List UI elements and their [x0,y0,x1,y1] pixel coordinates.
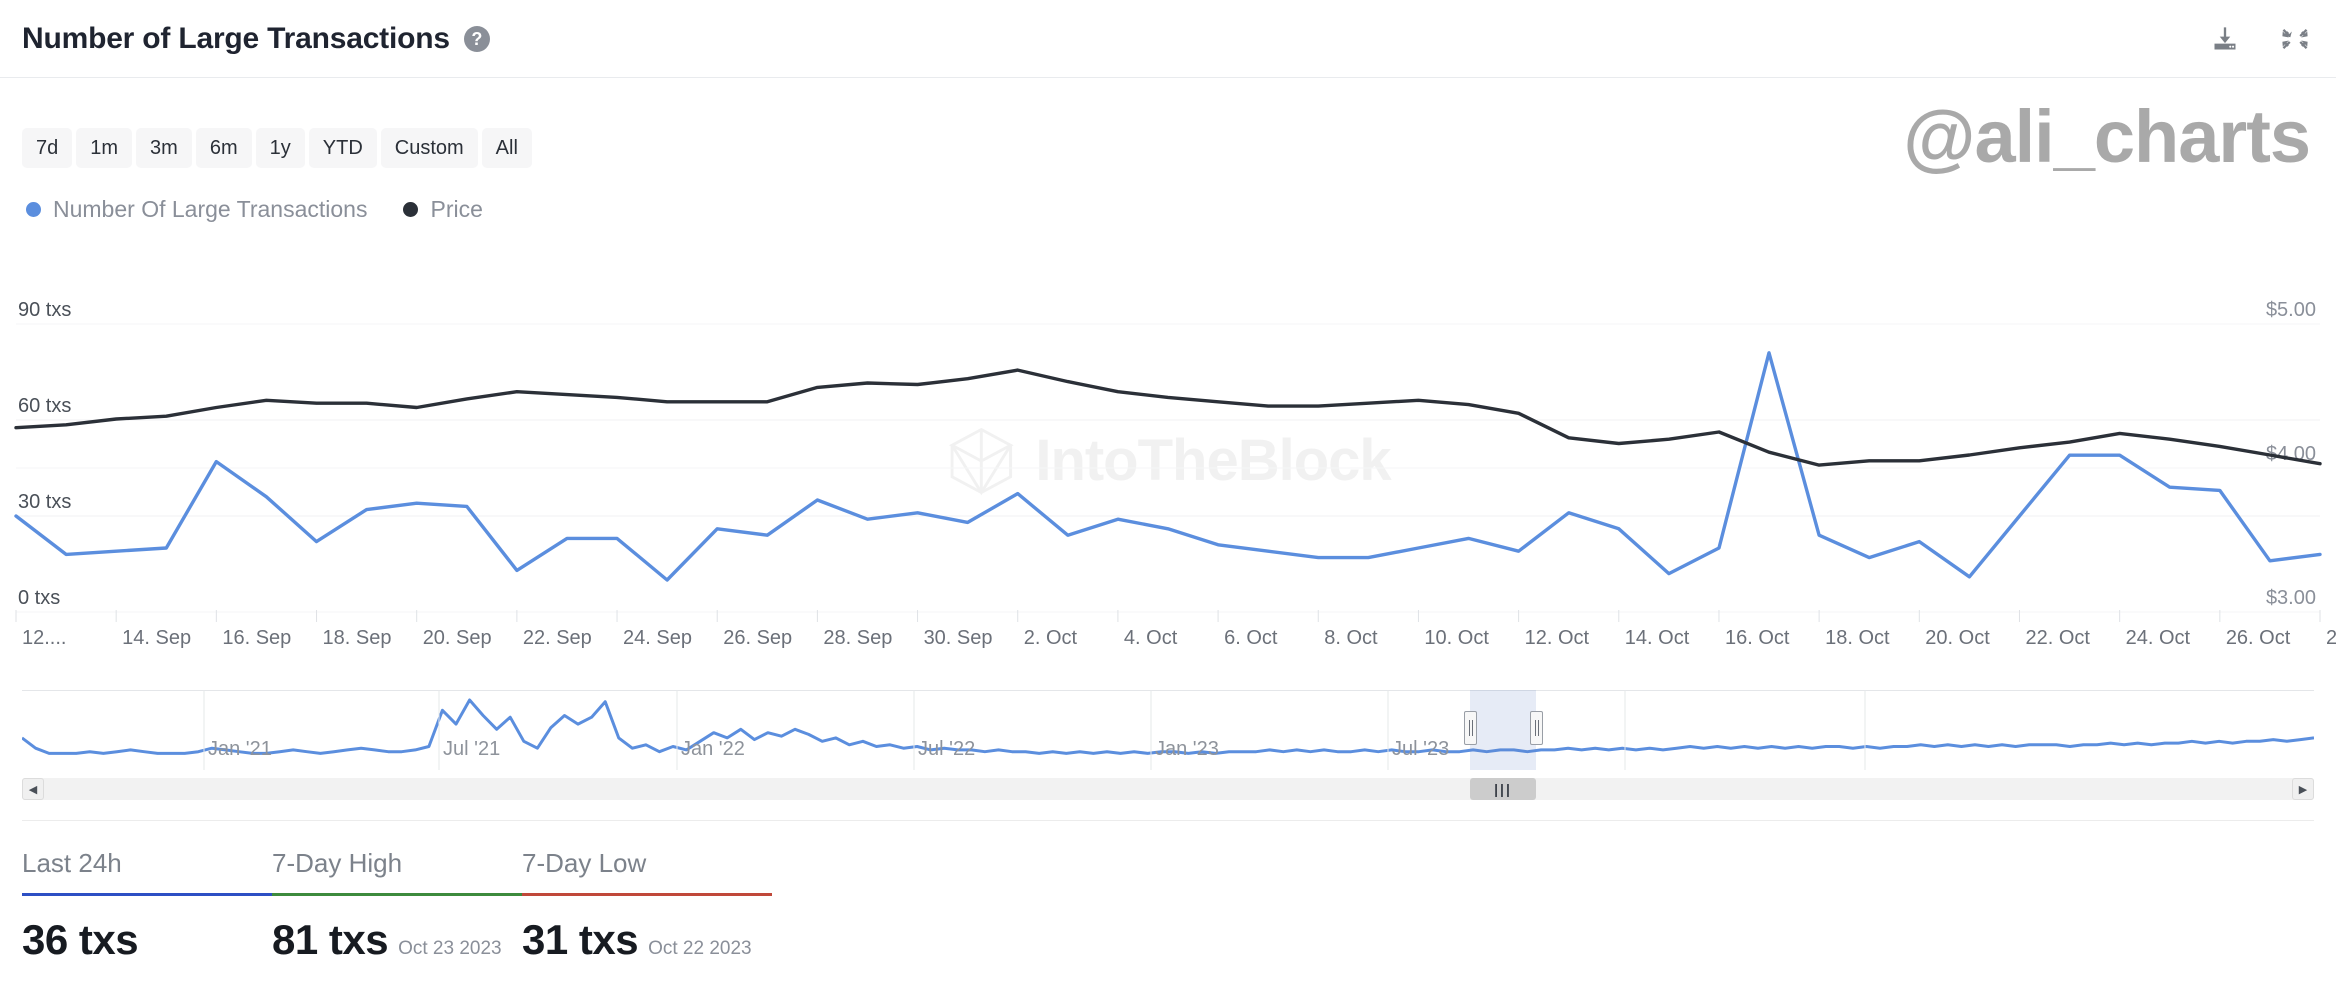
ali-charts-watermark: @ali_charts [1903,100,2310,174]
range-button-custom[interactable]: Custom [381,128,478,168]
stat-last-24h: Last 24h 36 txs [22,848,272,964]
stat-value-row: 31 txs Oct 22 2023 [522,916,772,964]
svg-text:2. Oct: 2. Oct [1024,627,1078,649]
svg-text:24. Oct: 24. Oct [2126,627,2191,649]
svg-text:30 txs: 30 txs [18,491,71,513]
svg-text:18. Oct: 18. Oct [1825,627,1890,649]
arrow-right-icon[interactable]: ▶ [2292,778,2314,800]
range-button-1y[interactable]: 1y [256,128,305,168]
widget-header: Number of Large Transactions ? [0,0,2336,78]
title-group: Number of Large Transactions ? [22,22,490,56]
page-title: Number of Large Transactions [22,22,450,56]
stat-7-day-high: 7-Day High 81 txs Oct 23 2023 [272,848,522,964]
navigator-handle-left[interactable] [1464,711,1477,745]
stat-rule [522,893,772,896]
svg-text:90 txs: 90 txs [18,300,71,321]
svg-text:16. Oct: 16. Oct [1725,627,1790,649]
download-icon[interactable] [2210,24,2240,54]
legend-dot-icon [26,202,41,217]
svg-text:12. Oct: 12. Oct [1525,627,1590,649]
navigator-scrollbar[interactable]: ◀ ||| ▶ [22,778,2314,800]
legend-dot-icon [403,202,418,217]
navigator-label: Jan '22 [681,738,745,761]
chart-widget: Number of Large Transactions ? [0,0,2336,998]
header-actions [2210,24,2310,54]
range-button-3m[interactable]: 3m [136,128,192,168]
chart-svg: 0 txs30 txs60 txs90 txs$3.00$4.00$5.0012… [0,300,2336,660]
range-button-ytd[interactable]: YTD [309,128,377,168]
navigator-label: Jan '21 [208,738,272,761]
question-mark-icon[interactable]: ? [464,26,490,52]
stat-value: 36 txs [22,916,138,964]
range-button-all[interactable]: All [482,128,532,168]
range-button-6m[interactable]: 6m [196,128,252,168]
svg-text:20. Oct: 20. Oct [1925,627,1990,649]
navigator-label: Jul '22 [918,738,975,761]
svg-text:22. Sep: 22. Sep [523,627,592,649]
svg-text:16. Sep: 16. Sep [222,627,291,649]
svg-text:14. Oct: 14. Oct [1625,627,1690,649]
stat-7-day-low: 7-Day Low 31 txs Oct 22 2023 [522,848,772,964]
stat-rule [272,893,522,896]
stat-value-row: 36 txs [22,916,272,964]
legend-label: Number Of Large Transactions [53,196,367,223]
svg-text:22. Oct: 22. Oct [2025,627,2090,649]
svg-text:24. Sep: 24. Sep [623,627,692,649]
svg-text:4. Oct: 4. Oct [1124,627,1178,649]
navigator-label: Jul '21 [443,738,500,761]
stat-value: 31 txs [522,916,638,964]
svg-text:6. Oct: 6. Oct [1224,627,1278,649]
stat-title: 7-Day High [272,848,522,879]
stat-title: 7-Day Low [522,848,772,879]
stat-rule [22,893,272,896]
footer-divider [22,820,2314,821]
range-button-7d[interactable]: 7d [22,128,72,168]
scrollbar-thumb[interactable]: ||| [1470,778,1536,800]
range-button-1m[interactable]: 1m [76,128,132,168]
stat-date: Oct 22 2023 [648,938,752,960]
svg-text:$5.00: $5.00 [2266,300,2316,321]
chart-plot-area[interactable]: 0 txs30 txs60 txs90 txs$3.00$4.00$5.0012… [0,300,2336,660]
arrow-left-icon[interactable]: ◀ [22,778,44,800]
svg-text:18. Sep: 18. Sep [323,627,392,649]
navigator-handle-right[interactable] [1530,711,1543,745]
legend-item-price[interactable]: Price [403,196,482,223]
navigator-label: Jul '23 [1392,738,1449,761]
svg-text:8. Oct: 8. Oct [1324,627,1378,649]
chart-legend: Number Of Large Transactions Price [26,196,483,223]
svg-text:26. Sep: 26. Sep [723,627,792,649]
legend-label: Price [430,196,482,223]
stat-value-row: 81 txs Oct 23 2023 [272,916,522,964]
svg-text:20. Sep: 20. Sep [423,627,492,649]
svg-text:10. Oct: 10. Oct [1424,627,1489,649]
navigator-selection-window[interactable] [1470,690,1536,770]
svg-text:$3.00: $3.00 [2266,587,2316,609]
navigator-label: Jan '23 [1155,738,1219,761]
svg-text:12....: 12.... [22,627,66,649]
stat-date: Oct 23 2023 [398,938,502,960]
stat-title: Last 24h [22,848,272,879]
svg-text:28...: 28... [2326,627,2336,649]
svg-text:28. Sep: 28. Sep [823,627,892,649]
svg-text:30. Sep: 30. Sep [924,627,993,649]
svg-text:60 txs: 60 txs [18,395,71,417]
range-selector: 7d 1m 3m 6m 1y YTD Custom All [22,128,532,168]
svg-text:26. Oct: 26. Oct [2226,627,2291,649]
svg-text:0 txs: 0 txs [18,587,60,609]
stat-value: 81 txs [272,916,388,964]
stats-summary: Last 24h 36 txs 7-Day High 81 txs Oct 23… [22,848,772,964]
collapse-icon[interactable] [2280,24,2310,54]
legend-item-transactions[interactable]: Number Of Large Transactions [26,196,367,223]
svg-text:14. Sep: 14. Sep [122,627,191,649]
